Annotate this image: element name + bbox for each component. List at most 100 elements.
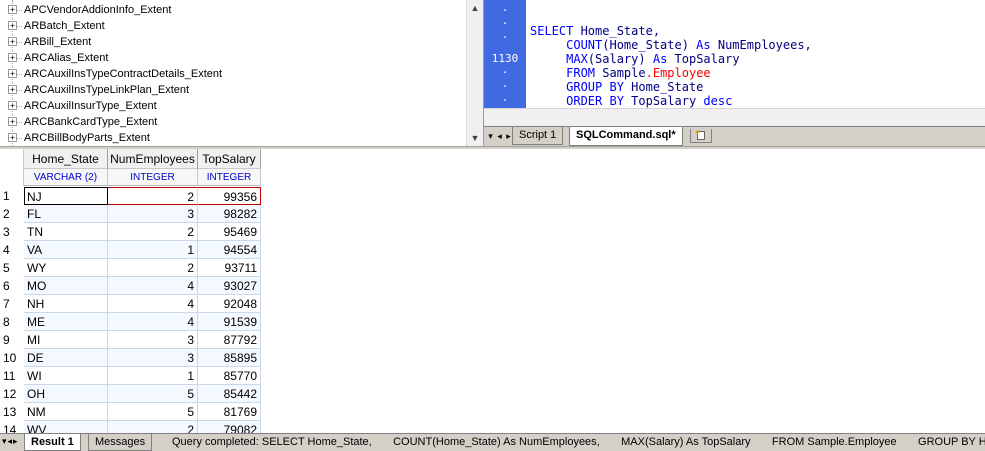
row-number[interactable]: 1 <box>0 187 24 205</box>
grid-cell[interactable]: 85895 <box>198 349 261 367</box>
grid-cell[interactable]: OH <box>24 385 108 403</box>
expand-plus-icon[interactable]: + <box>8 53 17 62</box>
grid-cell[interactable]: 2 <box>108 421 198 433</box>
grid-cell[interactable]: NH <box>24 295 108 313</box>
grid-cell[interactable]: MO <box>24 277 108 295</box>
grid-cell[interactable]: VA <box>24 241 108 259</box>
object-tree[interactable]: + APCVendorAddionInfo_Extent + ARBatch_Exte… <box>0 0 466 146</box>
row-number[interactable]: 9 <box>0 331 24 349</box>
row-number[interactable]: 7 <box>0 295 24 313</box>
grid-cell[interactable]: WV <box>24 421 108 433</box>
column-header[interactable]: TopSalary <box>198 149 261 169</box>
grid-cell[interactable]: 3 <box>108 205 198 223</box>
expand-plus-icon[interactable]: + <box>8 133 17 142</box>
scroll-up-arrow-icon[interactable]: ▲ <box>467 0 483 16</box>
tree-item[interactable]: + ARCAlias_Extent <box>0 50 460 66</box>
expand-plus-icon[interactable]: + <box>8 21 17 30</box>
code-area[interactable]: SELECT Home_State, COUNT(Home_State) As … <box>530 0 985 108</box>
row-number[interactable]: 5 <box>0 259 24 277</box>
row-number[interactable]: 2 <box>0 205 24 223</box>
tab-result-1[interactable]: Result 1 <box>24 434 81 451</box>
grid-cell[interactable]: NM <box>24 403 108 421</box>
tree-item[interactable]: + ARCAuxilInsTypeContractDetails_Extent <box>0 66 460 82</box>
tree-item[interactable]: + ARCBankCardType_Extent <box>0 114 460 130</box>
tree-item[interactable]: + ARCAuxilInsTypeLinkPlan_Extent <box>0 82 460 98</box>
scroll-down-arrow-icon[interactable]: ▼ <box>467 130 483 146</box>
grid-cell[interactable]: 95469 <box>198 223 261 241</box>
row-number[interactable]: 10 <box>0 349 24 367</box>
expand-plus-icon[interactable]: + <box>8 37 17 46</box>
expand-plus-icon[interactable]: + <box>8 101 17 110</box>
row-number[interactable]: 13 <box>0 403 24 421</box>
grid-cell[interactable]: 87792 <box>198 331 261 349</box>
grid-cell[interactable]: 5 <box>108 385 198 403</box>
tab-prev-icon[interactable]: ◂ <box>495 131 504 142</box>
grid-cell[interactable]: 4 <box>108 313 198 331</box>
result-tab-nav[interactable]: ▾◂▸ <box>2 436 19 447</box>
tab-messages[interactable]: Messages <box>88 434 153 451</box>
grid-cell[interactable]: 81769 <box>198 403 261 421</box>
tab-sqlcommand[interactable]: SQLCommand.sql* <box>569 127 683 146</box>
grid-cell[interactable]: 85770 <box>198 367 261 385</box>
grid-cell[interactable]: 93711 <box>198 259 261 277</box>
grid-cell[interactable]: 92048 <box>198 295 261 313</box>
grid-cell[interactable]: 94554 <box>198 241 261 259</box>
grid-cell[interactable]: DE <box>24 349 108 367</box>
grid-cell[interactable]: WY <box>24 259 108 277</box>
grid-cell[interactable]: FL <box>24 205 108 223</box>
expand-plus-icon[interactable]: + <box>8 69 17 78</box>
tree-item-label: ARCAuxilInsTypeContractDetails_Extent <box>24 68 223 80</box>
tab-nav[interactable]: ▾ ◂ ▸ <box>486 129 513 143</box>
tree-item[interactable]: + ARBatch_Extent <box>0 18 460 34</box>
grid-cell[interactable]: 1 <box>108 241 198 259</box>
grid-cell[interactable]: 1 <box>108 367 198 385</box>
grid-cell[interactable]: 93027 <box>198 277 261 295</box>
result-grid[interactable]: Home_State VARCHAR (2) NumEmployees INTEGER… <box>0 149 985 433</box>
grid-cell[interactable]: 98282 <box>198 205 261 223</box>
grid-cell[interactable]: 5 <box>108 403 198 421</box>
keyword: As <box>652 52 668 66</box>
tree-vertical-scrollbar[interactable]: ▲ ▼ <box>466 0 483 146</box>
grid-cell[interactable]: 4 <box>108 295 198 313</box>
row-number[interactable]: 12 <box>0 385 24 403</box>
code-line: MAX(Salary) As TopSalary <box>530 52 739 66</box>
grid-cell[interactable]: 2 <box>108 223 198 241</box>
row-number[interactable]: 8 <box>0 313 24 331</box>
grid-cell[interactable]: 3 <box>108 331 198 349</box>
new-tab-button[interactable]: ✦ <box>690 128 712 143</box>
grid-cell[interactable]: NJ <box>24 187 108 205</box>
expand-plus-icon[interactable]: + <box>8 117 17 126</box>
tab-list-icon[interactable]: ▾ <box>486 131 495 142</box>
row-number[interactable]: 3 <box>0 223 24 241</box>
grid-cell[interactable]: 79082 <box>198 421 261 433</box>
row-number[interactable]: 6 <box>0 277 24 295</box>
grid-cell[interactable]: ME <box>24 313 108 331</box>
tree-item[interactable]: + ARCBillBodyParts_Extent <box>0 130 460 146</box>
grid-cell[interactable]: 85442 <box>198 385 261 403</box>
row-number[interactable]: 11 <box>0 367 24 385</box>
grid-cell[interactable]: 2 <box>108 187 198 205</box>
expand-plus-icon[interactable]: + <box>8 85 17 94</box>
gutter-dot: · <box>501 4 509 17</box>
grid-cell[interactable]: 91539 <box>198 313 261 331</box>
editor-horizontal-scrollbar[interactable] <box>484 108 985 126</box>
grid-cell[interactable]: WI <box>24 367 108 385</box>
grid-cell[interactable]: 2 <box>108 259 198 277</box>
tree-item[interactable]: + ARBill_Extent <box>0 34 460 50</box>
row-number[interactable]: 4 <box>0 241 24 259</box>
sql-editor[interactable]: · · · 1130 · · · SELECT Home_State, COUN… <box>483 0 985 126</box>
keyword: FROM <box>566 66 596 80</box>
row-number[interactable]: 14 <box>0 421 24 433</box>
column-type: INTEGER <box>198 169 261 186</box>
tree-item[interactable]: + ARCAuxilInsurType_Extent <box>0 98 460 114</box>
grid-cell[interactable]: 3 <box>108 349 198 367</box>
expand-plus-icon[interactable]: + <box>8 5 17 14</box>
grid-cell[interactable]: 99356 <box>198 187 261 205</box>
grid-cell[interactable]: TN <box>24 223 108 241</box>
grid-cell[interactable]: 4 <box>108 277 198 295</box>
tab-script-1[interactable]: Script 1 <box>512 127 564 145</box>
grid-cell[interactable]: MI <box>24 331 108 349</box>
tree-item[interactable]: + APCVendorAddionInfo_Extent <box>0 2 460 18</box>
column-header[interactable]: Home_State <box>24 149 108 169</box>
column-header[interactable]: NumEmployees <box>108 149 198 169</box>
